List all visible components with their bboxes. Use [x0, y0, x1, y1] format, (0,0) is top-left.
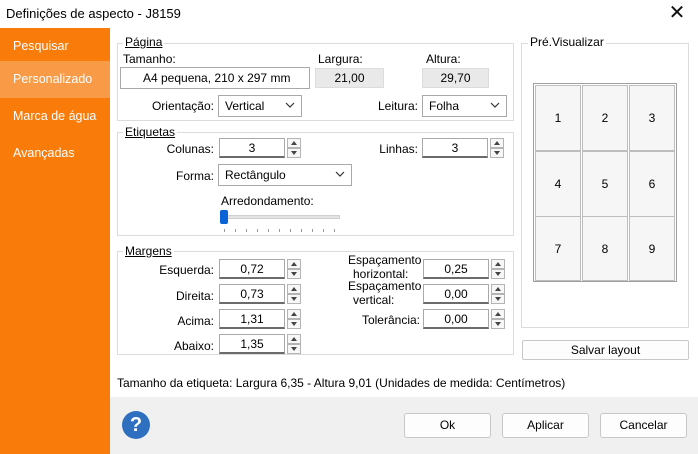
- shape-label: Forma:: [175, 169, 214, 183]
- size-select[interactable]: A4 pequena, 210 x 297 mm: [120, 67, 310, 89]
- reading-select[interactable]: Folha: [422, 95, 507, 117]
- margin-bottom-label: Abaixo:: [173, 339, 214, 353]
- chevron-up-icon[interactable]: [491, 284, 505, 294]
- orientation-value: Vertical: [225, 99, 265, 113]
- chevron-down-icon: [335, 171, 345, 177]
- rows-input[interactable]: 3: [422, 138, 488, 158]
- labels-group-title: Etiquetas: [123, 125, 178, 139]
- rounding-label: Arredondamento:: [221, 194, 314, 208]
- tolerance-input[interactable]: 0,00: [423, 309, 489, 329]
- preview-label-cell: 4: [535, 151, 581, 217]
- sidebar-item-personalizado[interactable]: Personalizado: [0, 61, 110, 98]
- chevron-down-icon[interactable]: [491, 294, 505, 304]
- cancel-button[interactable]: Cancelar: [600, 413, 687, 438]
- vspacing-label-line2: vertical:: [353, 293, 395, 307]
- margin-left-stepper[interactable]: [287, 259, 301, 279]
- chevron-down-icon[interactable]: [287, 294, 301, 304]
- margin-bottom-stepper[interactable]: [287, 334, 301, 354]
- size-select-value: A4 pequena, 210 x 297 mm: [143, 71, 291, 85]
- chevron-up-icon[interactable]: [491, 259, 505, 269]
- reading-value: Folha: [429, 99, 460, 113]
- save-layout-button[interactable]: Salvar layout: [522, 340, 689, 360]
- sidebar-item-marca-de-agua[interactable]: Marca de água: [0, 98, 110, 135]
- window-title: Definições de aspecto - J8159: [6, 6, 181, 21]
- preview-label-cell: 8: [582, 216, 628, 281]
- chevron-up-icon[interactable]: [287, 309, 301, 319]
- columns-input[interactable]: 3: [219, 138, 285, 158]
- preview-label-cell: 5: [582, 151, 628, 217]
- height-label: Altura:: [426, 52, 461, 66]
- chevron-up-icon[interactable]: [490, 138, 504, 148]
- columns-label: Colunas:: [166, 142, 214, 156]
- rows-label: Linhas:: [379, 142, 418, 156]
- preview-label-cell: 3: [629, 85, 675, 151]
- width-label: Largura:: [318, 52, 363, 66]
- margins-group-title: Margens: [123, 244, 174, 258]
- width-field: 21,00: [315, 68, 384, 88]
- preview-label-cell: 2: [582, 85, 628, 151]
- hspacing-label-line1: Espaçamento: [348, 253, 422, 267]
- page-group-title: Página: [123, 35, 165, 49]
- chevron-up-icon[interactable]: [287, 334, 301, 344]
- tolerance-label: Tolerância:: [361, 313, 420, 327]
- preview-label-cell: 9: [629, 216, 675, 281]
- hspacing-input[interactable]: 0,25: [423, 259, 489, 279]
- sidebar-item-pesquisar[interactable]: Pesquisar: [0, 28, 110, 65]
- preview-label-cell: 7: [535, 216, 581, 281]
- shape-select[interactable]: Rectângulo: [218, 164, 352, 186]
- size-label: Tamanho:: [123, 52, 176, 66]
- chevron-down-icon[interactable]: [287, 269, 301, 279]
- margin-right-stepper[interactable]: [287, 284, 301, 304]
- chevron-up-icon[interactable]: [287, 138, 301, 148]
- ok-button[interactable]: Ok: [404, 413, 491, 438]
- chevron-down-icon[interactable]: [491, 269, 505, 279]
- margin-left-label: Esquerda:: [159, 263, 214, 277]
- orientation-select[interactable]: Vertical: [218, 95, 302, 117]
- hspacing-stepper[interactable]: [491, 259, 505, 279]
- apply-button[interactable]: Aplicar: [502, 413, 589, 438]
- margin-top-label: Acima:: [177, 314, 214, 328]
- chevron-up-icon[interactable]: [287, 259, 301, 269]
- chevron-down-icon[interactable]: [287, 344, 301, 354]
- rows-stepper[interactable]: [490, 138, 504, 158]
- margin-right-label: Direita:: [175, 289, 214, 303]
- chevron-up-icon[interactable]: [491, 309, 505, 319]
- rounding-slider-thumb[interactable]: [220, 210, 228, 224]
- sidebar-item-avancadas[interactable]: Avançadas: [0, 135, 110, 172]
- columns-stepper[interactable]: [287, 138, 301, 158]
- title-bar: Definições de aspecto - J8159 ✕: [0, 0, 698, 28]
- margin-top-stepper[interactable]: [287, 309, 301, 329]
- margin-right-input[interactable]: 0,73: [219, 284, 285, 304]
- chevron-down-icon[interactable]: [490, 148, 504, 158]
- margin-bottom-input[interactable]: 1,35: [219, 334, 285, 354]
- help-icon[interactable]: ?: [122, 411, 150, 439]
- chevron-down-icon: [285, 102, 295, 108]
- vspacing-label-line1: Espaçamento: [348, 279, 422, 293]
- chevron-down-icon[interactable]: [287, 148, 301, 158]
- margin-left-input[interactable]: 0,72: [219, 259, 285, 279]
- orientation-label: Orientação:: [151, 99, 214, 113]
- chevron-down-icon[interactable]: [287, 319, 301, 329]
- vspacing-stepper[interactable]: [491, 284, 505, 304]
- sidebar: Pesquisar Personalizado Marca de água Av…: [0, 28, 110, 454]
- rounding-slider-track[interactable]: [222, 215, 340, 219]
- preview-title: Pré.Visualizar: [528, 35, 606, 49]
- chevron-up-icon[interactable]: [287, 284, 301, 294]
- reading-label: Leitura:: [377, 99, 418, 113]
- height-field: 29,70: [422, 68, 489, 88]
- tolerance-stepper[interactable]: [491, 309, 505, 329]
- close-icon[interactable]: ✕: [660, 1, 694, 27]
- chevron-down-icon: [490, 102, 500, 108]
- margin-top-input[interactable]: 1,31: [219, 309, 285, 329]
- chevron-down-icon[interactable]: [491, 319, 505, 329]
- preview-label-cell: 6: [629, 151, 675, 217]
- vspacing-input[interactable]: 0,00: [423, 284, 489, 304]
- label-size-status: Tamanho da etiqueta: Largura 6,35 - Altu…: [117, 376, 566, 390]
- shape-value: Rectângulo: [225, 168, 286, 182]
- preview-label-cell: 1: [535, 85, 581, 151]
